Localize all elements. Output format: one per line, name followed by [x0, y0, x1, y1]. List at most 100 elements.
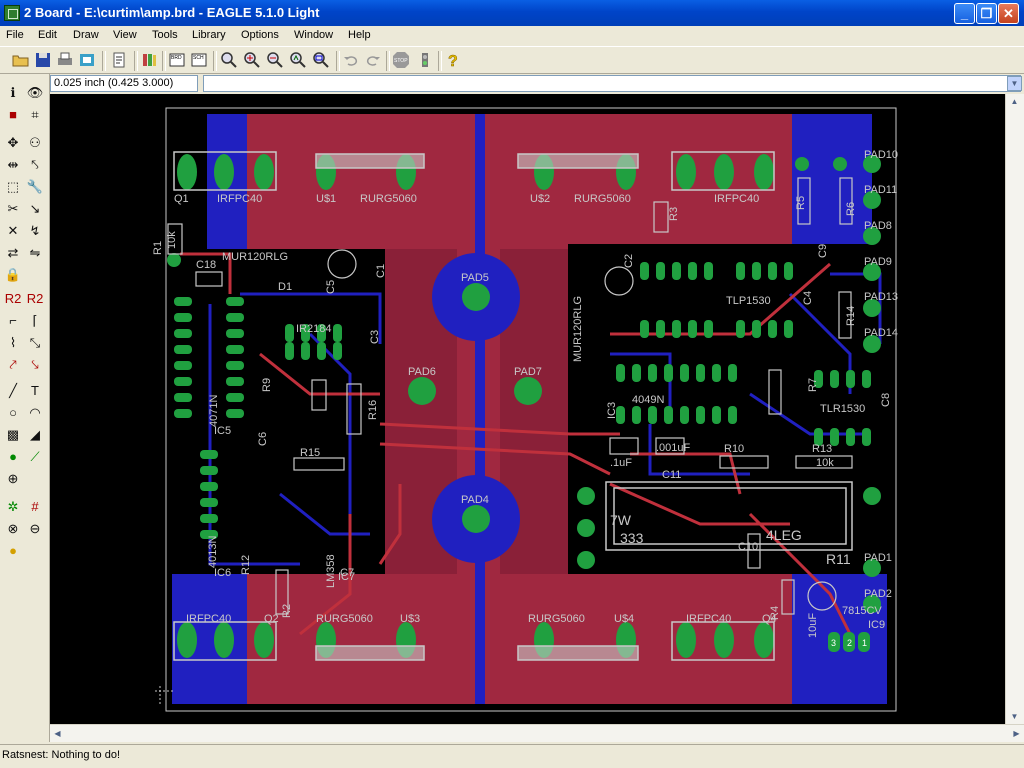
svg-text:RURG5060: RURG5060	[360, 193, 417, 205]
maximize-button[interactable]: ❐	[976, 3, 997, 24]
close-button[interactable]: ✕	[998, 3, 1019, 24]
board-icon[interactable]: BRD	[168, 51, 186, 69]
menu-window[interactable]: Window	[294, 29, 333, 41]
stop-icon[interactable]: STOP	[392, 51, 410, 69]
miter-icon[interactable]: ⌈	[26, 312, 44, 330]
svg-text:7815CV: 7815CV	[842, 605, 882, 617]
svg-text:R3: R3	[668, 207, 680, 221]
print-icon[interactable]	[56, 51, 74, 69]
svg-text:.1uF: .1uF	[610, 457, 632, 469]
svg-text:10k: 10k	[166, 231, 178, 249]
svg-text:C7: C7	[340, 567, 354, 579]
menu-draw[interactable]: Draw	[73, 29, 99, 41]
menu-view[interactable]: View	[113, 29, 137, 41]
line-icon[interactable]: ╱	[4, 382, 22, 400]
save-icon[interactable]	[34, 51, 52, 69]
pcb-board[interactable]: Q1 IRFPC40 U$1 RURG5060 U$2 RURG5060 R3 …	[50, 94, 1005, 724]
schematic-icon[interactable]: SCH	[190, 51, 208, 69]
app-icon[interactable]	[4, 5, 20, 21]
library-icon[interactable]	[140, 51, 158, 69]
rect-icon[interactable]: ▩	[4, 426, 22, 444]
delete-icon[interactable]: ✕	[4, 222, 22, 240]
add-icon[interactable]: ↯	[26, 222, 44, 240]
arc-icon[interactable]: ◠	[26, 404, 44, 422]
optimize-icon[interactable]: ⌇	[4, 334, 22, 352]
split-icon[interactable]: ⌐	[4, 312, 22, 330]
name-icon[interactable]: R2	[4, 290, 22, 308]
svg-text:4013N: 4013N	[207, 536, 219, 568]
text-icon[interactable]: T	[26, 382, 44, 400]
svg-text:RURG5060: RURG5060	[528, 613, 585, 625]
scroll-down-arrow[interactable]: ▼	[1007, 709, 1022, 724]
route-icon[interactable]: ⤡	[26, 334, 44, 352]
auto-icon[interactable]: #	[26, 498, 44, 516]
info-icon[interactable]: ℹ	[4, 84, 22, 102]
scroll-up-arrow[interactable]: ▲	[1007, 94, 1022, 109]
copy-icon[interactable]: ⚇	[26, 134, 44, 152]
cut-icon[interactable]: ✂	[4, 200, 22, 218]
zoom-select-icon[interactable]	[312, 51, 330, 69]
help-icon[interactable]: ?	[444, 51, 462, 69]
svg-text:C3: C3	[369, 330, 381, 344]
paste-icon[interactable]: ↘	[26, 200, 44, 218]
errors-icon[interactable]: ●	[4, 542, 22, 560]
group-icon[interactable]: ⬚	[4, 178, 22, 196]
toolbar-separator	[162, 51, 166, 71]
svg-text:C18: C18	[196, 259, 216, 271]
erc-icon[interactable]: ⊗	[4, 520, 22, 538]
show-icon[interactable]: 👁	[26, 84, 44, 102]
signal-icon[interactable]: ⟋	[26, 448, 44, 466]
board-canvas[interactable]: Q1 IRFPC40 U$1 RURG5060 U$2 RURG5060 R3 …	[50, 94, 1005, 724]
change-icon[interactable]: 🔧	[26, 178, 44, 196]
menu-help[interactable]: Help	[348, 29, 371, 41]
display-layers-icon[interactable]: ■	[4, 106, 22, 124]
move-icon[interactable]: ✥	[4, 134, 22, 152]
status-bar: Ratsnest: Nothing to do!	[0, 744, 1024, 768]
zoom-redraw-icon[interactable]	[289, 51, 307, 69]
command-line-input[interactable]	[203, 75, 1021, 92]
svg-text:R15: R15	[300, 447, 320, 459]
drc-icon[interactable]: ⊖	[26, 520, 44, 538]
menu-file[interactable]: File	[6, 29, 24, 41]
zoom-in-icon[interactable]	[243, 51, 261, 69]
svg-text:IR2184: IR2184	[296, 323, 331, 335]
ripup-icon[interactable]: ⤤	[4, 356, 22, 374]
menu-options[interactable]: Options	[241, 29, 279, 41]
hole-icon[interactable]: ⊕	[4, 470, 22, 488]
vertical-scrollbar[interactable]: ▲ ▼	[1005, 94, 1024, 724]
polygon-icon[interactable]: ◢	[26, 426, 44, 444]
script-icon[interactable]	[110, 51, 128, 69]
mark-icon[interactable]: ⌗	[26, 106, 44, 124]
zoom-out-icon[interactable]	[266, 51, 284, 69]
svg-text:C4: C4	[802, 291, 814, 305]
coordinate-display: 0.025 inch (0.425 3.000)	[50, 75, 198, 92]
svg-text:10uF: 10uF	[807, 613, 819, 638]
via-icon[interactable]: ●	[4, 448, 22, 466]
menu-library[interactable]: Library	[192, 29, 226, 41]
redo-icon[interactable]	[364, 51, 382, 69]
mirror-icon[interactable]: ⇹	[4, 156, 22, 174]
menu-tools[interactable]: Tools	[152, 29, 178, 41]
replace-icon[interactable]: ⇄	[4, 244, 22, 262]
rotate-icon[interactable]: ⤣	[26, 156, 44, 174]
minimize-button[interactable]: _	[954, 3, 975, 24]
smash-icon[interactable]: 🔒	[4, 266, 22, 284]
lock-icon[interactable]: ⇋	[26, 244, 44, 262]
svg-text:4049N: 4049N	[632, 394, 664, 406]
ratsnest-icon[interactable]: ✲	[4, 498, 22, 516]
circle-icon[interactable]: ○	[4, 404, 22, 422]
open-icon[interactable]	[12, 51, 30, 69]
wire-icon[interactable]: ⤥	[26, 356, 44, 374]
svg-text:Q2: Q2	[264, 613, 279, 625]
horizontal-scrollbar[interactable]: ◀ ▶	[50, 724, 1024, 742]
undo-icon[interactable]	[342, 51, 360, 69]
command-history-dropdown[interactable]: ▼	[1007, 76, 1022, 91]
menu-edit[interactable]: Edit	[38, 29, 57, 41]
svg-text:IC9: IC9	[868, 619, 885, 631]
scroll-left-arrow[interactable]: ◀	[50, 726, 65, 741]
scroll-right-arrow[interactable]: ▶	[1009, 726, 1024, 741]
value-icon[interactable]: R2	[26, 290, 44, 308]
go-icon[interactable]	[416, 51, 434, 69]
cam-icon[interactable]	[78, 51, 96, 69]
zoom-fit-icon[interactable]	[220, 51, 238, 69]
